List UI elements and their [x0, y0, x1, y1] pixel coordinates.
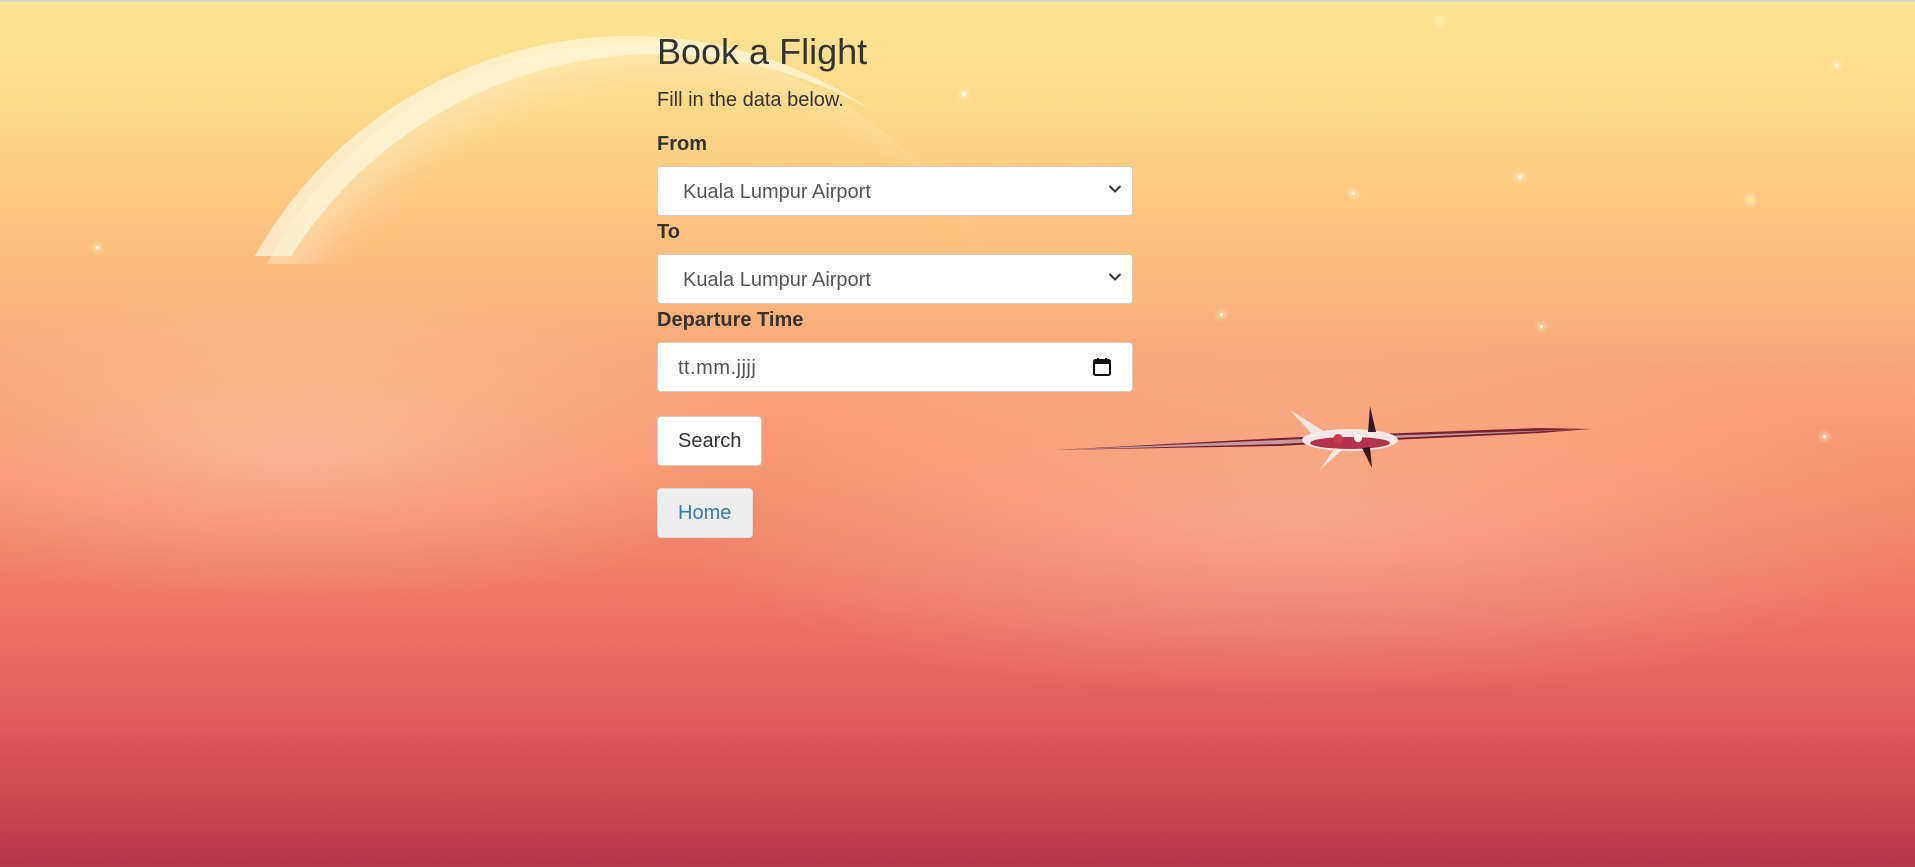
chevron-down-icon: [1108, 273, 1122, 281]
search-button[interactable]: Search: [657, 416, 763, 466]
top-border: [0, 0, 1915, 2]
star: [1438, 20, 1441, 23]
departure-date-input[interactable]: tt.mm.jjjj: [657, 342, 1133, 392]
calendar-icon[interactable]: [1092, 357, 1112, 377]
booking-form-container: Book a Flight Fill in the data below. Fr…: [657, 30, 1133, 538]
star: [1518, 175, 1522, 179]
home-button[interactable]: Home: [657, 488, 753, 538]
to-label: To: [657, 221, 680, 243]
star: [1835, 64, 1838, 67]
star: [1352, 192, 1355, 195]
to-select[interactable]: Kuala Lumpur Airport: [657, 254, 1133, 304]
from-label: From: [657, 133, 707, 155]
page-title: Book a Flight: [657, 31, 868, 72]
star: [1748, 198, 1752, 202]
star: [1220, 313, 1223, 316]
star: [96, 246, 99, 249]
star: [1823, 435, 1826, 438]
from-select[interactable]: Kuala Lumpur Airport: [657, 166, 1133, 216]
departure-date-placeholder: tt.mm.jjjj: [678, 357, 757, 379]
chevron-down-icon: [1108, 185, 1122, 193]
to-select-value: Kuala Lumpur Airport: [683, 269, 871, 291]
page-subtitle: Fill in the data below.: [657, 89, 844, 111]
from-select-value: Kuala Lumpur Airport: [683, 181, 871, 203]
departure-time-label: Departure Time: [657, 309, 804, 331]
star: [1540, 325, 1543, 328]
